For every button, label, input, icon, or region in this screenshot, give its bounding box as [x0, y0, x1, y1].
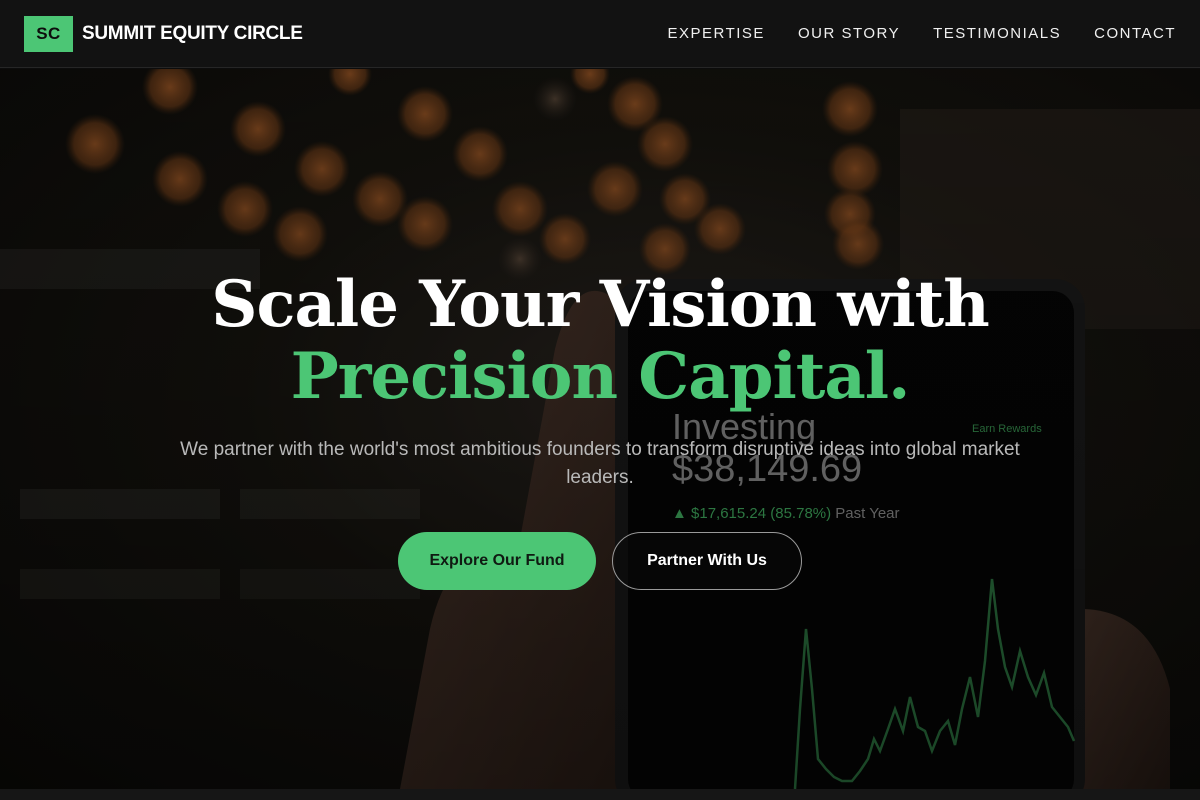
nav-link-testimonials[interactable]: TESTIMONIALS — [933, 25, 1061, 42]
headline-line-2: Precision Capital. — [290, 339, 911, 414]
nav-link-contact[interactable]: CONTACT — [1094, 25, 1176, 42]
nav-link-expertise[interactable]: EXPERTISE — [668, 25, 765, 42]
brand-logo[interactable]: SC — [24, 15, 73, 52]
brand-name[interactable]: SUMMIT EQUITY CIRCLE — [82, 23, 303, 45]
brand[interactable]: SC SUMMIT EQUITY CIRCLE — [24, 15, 303, 52]
next-section-strip — [0, 789, 1200, 800]
partner-with-us-button[interactable]: Partner With Us — [612, 532, 802, 590]
hero-content: Scale Your Vision with Precision Capital… — [0, 69, 1200, 789]
explore-fund-button[interactable]: Explore Our Fund — [398, 532, 596, 590]
headline-line-1: Scale Your Vision with — [211, 267, 990, 342]
hero-section: Earn Rewards Investing $38,149.69 ▲ $17,… — [0, 69, 1200, 789]
hero-subtitle: We partner with the world's most ambitio… — [180, 439, 1020, 488]
nav-link-our-story[interactable]: OUR STORY — [798, 25, 900, 42]
nav-links: EXPERTISE OUR STORY TESTIMONIALS CONTACT — [668, 25, 1176, 42]
top-navbar: SC SUMMIT EQUITY CIRCLE EXPERTISE OUR ST… — [0, 0, 1200, 68]
hero-headline: Scale Your Vision with Precision Capital… — [0, 269, 1200, 413]
